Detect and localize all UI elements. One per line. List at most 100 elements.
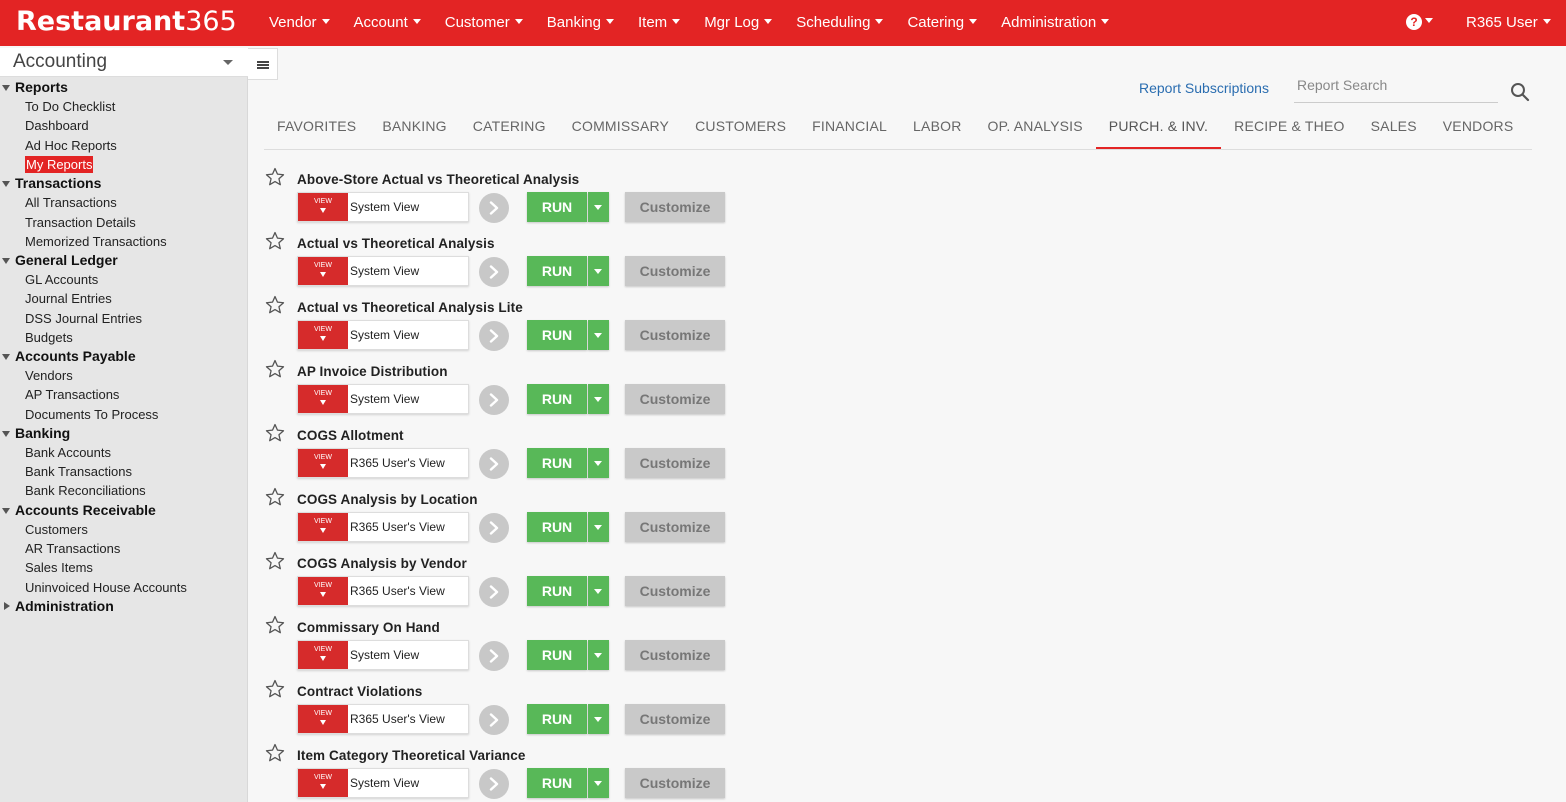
sidebar-item-documents-to-process[interactable]: Documents To Process (0, 405, 248, 424)
run-options-dropdown[interactable] (588, 192, 609, 222)
sidebar-section-accounts-receivable[interactable]: Accounts Receivable (0, 501, 248, 520)
customize-button[interactable]: Customize (625, 320, 725, 350)
sidebar-item-memorized-transactions[interactable]: Memorized Transactions (0, 232, 248, 251)
search-icon[interactable] (1510, 82, 1530, 102)
tab-customers[interactable]: CUSTOMERS (682, 109, 799, 149)
sidebar-section-accounts-payable[interactable]: Accounts Payable (0, 347, 248, 366)
nav-item-banking[interactable]: Banking (535, 0, 626, 46)
run-button[interactable]: RUN (527, 320, 587, 350)
nav-item-customer[interactable]: Customer (433, 0, 535, 46)
star-icon[interactable] (264, 742, 286, 764)
view-dropdown-button[interactable]: VIEW (298, 449, 348, 477)
tab-banking[interactable]: BANKING (369, 109, 459, 149)
tab-commissary[interactable]: COMMISSARY (559, 109, 682, 149)
go-arrow-button[interactable] (479, 641, 509, 671)
sidebar-item-ad-hoc-reports[interactable]: Ad Hoc Reports (0, 136, 248, 155)
module-selector[interactable]: Accounting (0, 48, 248, 77)
sidebar-item-dashboard[interactable]: Dashboard (0, 116, 248, 135)
customize-button[interactable]: Customize (625, 640, 725, 670)
run-options-dropdown[interactable] (588, 320, 609, 350)
report-subscriptions-link[interactable]: Report Subscriptions (1139, 80, 1269, 96)
app-logo[interactable]: Restaurant365 (16, 6, 237, 37)
tab-catering[interactable]: CATERING (460, 109, 559, 149)
run-button[interactable]: RUN (527, 256, 587, 286)
star-icon[interactable] (264, 678, 286, 700)
view-dropdown-button[interactable]: VIEW (298, 385, 348, 413)
sidebar-item-budgets[interactable]: Budgets (0, 328, 248, 347)
view-dropdown-button[interactable]: VIEW (298, 257, 348, 285)
tab-recipe-theo[interactable]: RECIPE & THEO (1221, 109, 1357, 149)
go-arrow-button[interactable] (479, 257, 509, 287)
user-menu[interactable]: R365 User (1466, 0, 1551, 46)
view-dropdown-button[interactable]: VIEW (298, 769, 348, 797)
run-options-dropdown[interactable] (588, 384, 609, 414)
sidebar-item-ar-transactions[interactable]: AR Transactions (0, 539, 248, 558)
run-options-dropdown[interactable] (588, 704, 609, 734)
sidebar-item-bank-accounts[interactable]: Bank Accounts (0, 443, 248, 462)
sidebar-item-my-reports[interactable]: My Reports (0, 155, 248, 174)
tab-purch-inv[interactable]: PURCH. & INV. (1095, 109, 1222, 149)
sidebar-item-bank-reconciliations[interactable]: Bank Reconciliations (0, 481, 248, 500)
star-icon[interactable] (264, 614, 286, 636)
sidebar-item-all-transactions[interactable]: All Transactions (0, 193, 248, 212)
view-dropdown-button[interactable]: VIEW (298, 321, 348, 349)
customize-button[interactable]: Customize (625, 448, 725, 478)
run-options-dropdown[interactable] (588, 448, 609, 478)
star-icon[interactable] (264, 230, 286, 252)
nav-item-scheduling[interactable]: Scheduling (784, 0, 895, 46)
go-arrow-button[interactable] (479, 385, 509, 415)
sidebar-item-transaction-details[interactable]: Transaction Details (0, 213, 248, 232)
go-arrow-button[interactable] (479, 513, 509, 543)
report-search-input[interactable] (1294, 72, 1498, 98)
sidebar-item-dss-journal-entries[interactable]: DSS Journal Entries (0, 309, 248, 328)
tab-vendors[interactable]: VENDORS (1430, 109, 1527, 149)
sidebar-section-general-ledger[interactable]: General Ledger (0, 251, 248, 270)
sidebar-item-sales-items[interactable]: Sales Items (0, 558, 248, 577)
go-arrow-button[interactable] (479, 577, 509, 607)
sidebar-item-vendors[interactable]: Vendors (0, 366, 248, 385)
tab-financial[interactable]: FINANCIAL (799, 109, 900, 149)
sidebar-item-customers[interactable]: Customers (0, 520, 248, 539)
customize-button[interactable]: Customize (625, 576, 725, 606)
sidebar-item-gl-accounts[interactable]: GL Accounts (0, 270, 248, 289)
go-arrow-button[interactable] (479, 705, 509, 735)
run-options-dropdown[interactable] (588, 768, 609, 798)
help-menu[interactable]: ? (1405, 12, 1435, 34)
tab-labor[interactable]: LABOR (900, 109, 974, 149)
go-arrow-button[interactable] (479, 193, 509, 223)
sidebar-section-administration[interactable]: Administration (0, 597, 248, 616)
customize-button[interactable]: Customize (625, 768, 725, 798)
nav-item-administration[interactable]: Administration (989, 0, 1121, 46)
customize-button[interactable]: Customize (625, 256, 725, 286)
star-icon[interactable] (264, 166, 286, 188)
run-options-dropdown[interactable] (588, 640, 609, 670)
go-arrow-button[interactable] (479, 769, 509, 799)
customize-button[interactable]: Customize (625, 192, 725, 222)
sidebar-toggle-button[interactable] (248, 48, 278, 80)
tab-favorites[interactable]: FAVORITES (264, 109, 369, 149)
run-options-dropdown[interactable] (588, 576, 609, 606)
run-button[interactable]: RUN (527, 768, 587, 798)
run-button[interactable]: RUN (527, 704, 587, 734)
view-dropdown-button[interactable]: VIEW (298, 641, 348, 669)
run-button[interactable]: RUN (527, 384, 587, 414)
sidebar-item-to-do-checklist[interactable]: To Do Checklist (0, 97, 248, 116)
star-icon[interactable] (264, 550, 286, 572)
sidebar-section-reports[interactable]: Reports (0, 78, 248, 97)
view-dropdown-button[interactable]: VIEW (298, 193, 348, 221)
tab-op-analysis[interactable]: OP. ANALYSIS (975, 109, 1096, 149)
customize-button[interactable]: Customize (625, 704, 725, 734)
nav-item-item[interactable]: Item (626, 0, 692, 46)
star-icon[interactable] (264, 294, 286, 316)
view-dropdown-button[interactable]: VIEW (298, 705, 348, 733)
run-button[interactable]: RUN (527, 640, 587, 670)
run-options-dropdown[interactable] (588, 512, 609, 542)
sidebar-item-uninvoiced-house-accounts[interactable]: Uninvoiced House Accounts (0, 578, 248, 597)
nav-item-catering[interactable]: Catering (895, 0, 989, 46)
run-options-dropdown[interactable] (588, 256, 609, 286)
sidebar-item-ap-transactions[interactable]: AP Transactions (0, 385, 248, 404)
star-icon[interactable] (264, 422, 286, 444)
customize-button[interactable]: Customize (625, 512, 725, 542)
star-icon[interactable] (264, 486, 286, 508)
run-button[interactable]: RUN (527, 192, 587, 222)
